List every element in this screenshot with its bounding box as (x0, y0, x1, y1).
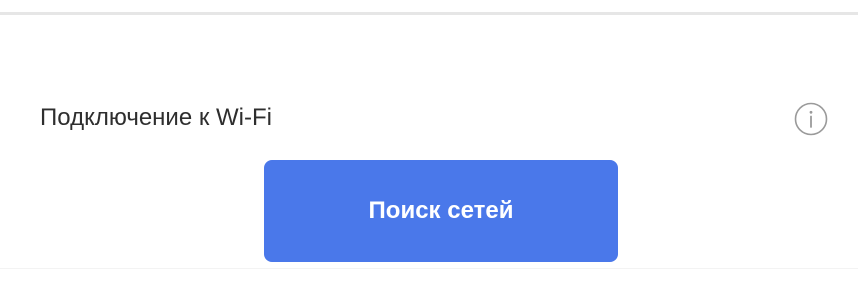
info-icon-graphic (794, 102, 828, 136)
info-icon[interactable] (794, 102, 828, 136)
wifi-connection-section: Подключение к Wi-Fi Поиск сетей (0, 15, 858, 287)
search-networks-button[interactable]: Поиск сетей (264, 160, 618, 262)
bottom-divider (0, 268, 858, 269)
wifi-connection-label: Подключение к Wi-Fi (40, 104, 272, 131)
